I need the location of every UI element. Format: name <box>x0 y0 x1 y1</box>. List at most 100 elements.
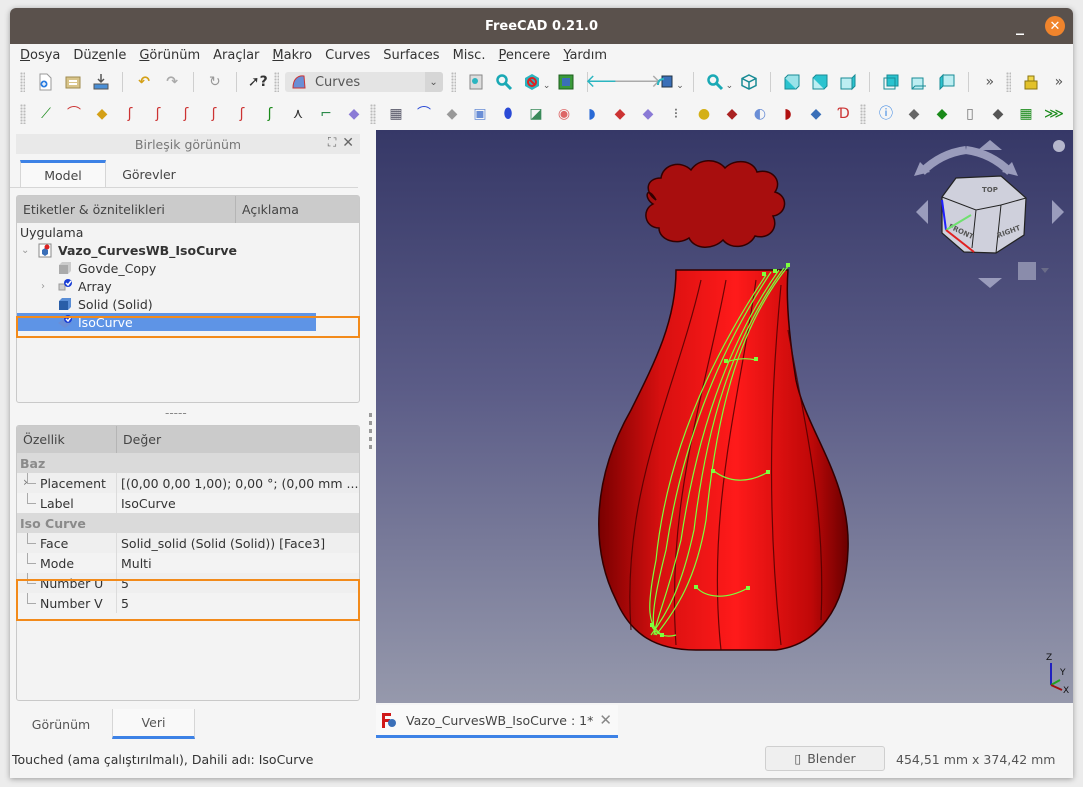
property-row-label[interactable]: Label IsoCurve <box>17 493 359 513</box>
mark-icon[interactable]: ⁝ <box>666 104 686 124</box>
segment-icon[interactable]: ʃ <box>232 104 252 124</box>
discretize-icon[interactable]: ʃ <box>204 104 224 124</box>
reflect-icon[interactable]: ◆ <box>806 104 826 124</box>
close-tab-icon[interactable]: ✕ <box>599 711 612 729</box>
property-row-face[interactable]: Face Solid_solid (Solid (Solid)) [Face3] <box>17 533 359 553</box>
menu-görünüm[interactable]: Görünüm <box>139 48 206 63</box>
property-row-number-v[interactable]: Number V5 <box>17 593 359 613</box>
open-folder-icon[interactable] <box>63 72 83 92</box>
toolbar-grip[interactable] <box>20 72 26 92</box>
tree-document[interactable]: ⌄ Vazo_CurvesWB_IsoCurve <box>17 241 359 259</box>
split-icon[interactable]: ⋏ <box>288 104 308 124</box>
float-panel-icon[interactable]: ⛶ <box>328 135 336 151</box>
menu-düzenle[interactable]: Düzenle <box>73 48 132 63</box>
net-icon[interactable]: ◆ <box>610 104 630 124</box>
extrude-icon[interactable]: ▣ <box>470 104 490 124</box>
close-panel-icon[interactable]: ✕ <box>342 135 354 151</box>
parametric-curve-icon[interactable]: ʃ <box>176 104 196 124</box>
sync-view-icon[interactable] <box>655 72 675 92</box>
property-row-placement[interactable]: › Placement [(0,00 0,00 1,00); 0,00 °; (0,… <box>17 473 359 493</box>
grid-icon[interactable]: ▦ <box>1016 104 1036 124</box>
tree-root[interactable]: Uygulama <box>17 223 359 241</box>
tree-item-solid-solid[interactable]: Solid (Solid) <box>17 295 359 313</box>
col-value[interactable]: Değer <box>117 426 161 453</box>
isocurve-tool-icon[interactable]: ◐ <box>750 104 770 124</box>
collapse-icon[interactable]: ⌄ <box>21 245 37 256</box>
arc-icon[interactable]: ⌒ <box>64 104 84 124</box>
front-view-icon[interactable] <box>782 72 802 92</box>
tab-model[interactable]: Model <box>20 160 106 188</box>
redo-icon[interactable]: ↷ <box>162 72 182 92</box>
pipe-icon[interactable]: ◉ <box>554 104 574 124</box>
workbench-selector[interactable]: Curves ⌄ <box>284 72 443 92</box>
toolbar-grip[interactable] <box>860 104 866 124</box>
blend-icon[interactable]: ◆ <box>92 104 112 124</box>
property-value[interactable]: IsoCurve <box>117 493 176 513</box>
property-row-number-u[interactable]: Number U5 <box>17 573 359 593</box>
more-tools-icon-2[interactable]: » <box>1049 72 1069 92</box>
refresh-icon[interactable]: ↻ <box>205 72 225 92</box>
property-value[interactable]: 5 <box>117 573 129 593</box>
menu-misc[interactable]: Misc. <box>453 48 492 63</box>
draw-style-icon[interactable] <box>522 72 542 92</box>
property-value[interactable]: 5 <box>117 593 129 613</box>
menu-dosya[interactable]: Dosya <box>20 48 66 63</box>
navigation-style-button[interactable]: ▯ Blender <box>765 746 885 771</box>
tree-item-isocurve[interactable]: IsoCurve <box>17 313 316 331</box>
tree-col-labels[interactable]: Etiketler & öznitelikleri <box>17 196 236 223</box>
menu-surfaces[interactable]: Surfaces <box>383 48 445 63</box>
menu-yardım[interactable]: Yardım <box>563 48 613 63</box>
revolve-icon[interactable]: Ɗ <box>834 104 854 124</box>
sweep-icon[interactable]: ◆ <box>442 104 462 124</box>
rear-view-icon[interactable] <box>881 72 901 92</box>
sphere-icon[interactable]: ● <box>694 104 714 124</box>
join-icon[interactable]: ʃ <box>260 104 280 124</box>
box-icon[interactable]: ◆ <box>904 104 924 124</box>
expand-icon[interactable]: › <box>23 474 28 489</box>
corner-icon[interactable]: ⌐ <box>316 104 336 124</box>
undo-icon[interactable]: ↶ <box>134 72 154 92</box>
tab-view[interactable]: Görünüm <box>10 709 112 739</box>
zebra-icon[interactable]: ▦ <box>386 104 406 124</box>
property-value[interactable]: Solid_solid (Solid (Solid)) [Face3] <box>117 533 325 553</box>
extend-icon[interactable]: ◗ <box>778 104 798 124</box>
left-view-icon[interactable] <box>937 72 957 92</box>
isometric-view-icon[interactable] <box>739 72 759 92</box>
menu-curves[interactable]: Curves <box>325 48 376 63</box>
tab-tasks[interactable]: Görevler <box>106 160 192 188</box>
close-window-button[interactable]: ✕ <box>1045 16 1065 36</box>
shape-icon[interactable]: ◆ <box>722 104 742 124</box>
green-box-icon[interactable]: ◆ <box>932 104 952 124</box>
vase-model[interactable]: TOP FRONT RIGHT Z Y X <box>376 130 1073 703</box>
navigation-cube[interactable]: TOP FRONT RIGHT <box>914 140 1065 288</box>
menu-makro[interactable]: Makro <box>272 48 318 63</box>
gordon-icon[interactable]: ⌒ <box>414 104 434 124</box>
property-group-iso-curve[interactable]: Iso Curve <box>17 513 359 533</box>
tree-item-govde-copy[interactable]: Govde_Copy <box>17 259 359 277</box>
3d-viewport[interactable]: TOP FRONT RIGHT Z Y X <box>376 130 1073 703</box>
fit-selection-icon[interactable] <box>494 72 514 92</box>
col-property[interactable]: Özellik <box>17 426 117 453</box>
dock-resize-handle[interactable] <box>369 413 372 453</box>
right-view-icon[interactable] <box>838 72 858 92</box>
top-view-icon[interactable] <box>810 72 830 92</box>
fit-all-icon[interactable] <box>466 72 486 92</box>
rotate-icon[interactable]: ◪ <box>526 104 546 124</box>
property-value[interactable]: [(0,00 0,00 1,00); 0,00 °; (0,00 mm ... <box>117 473 358 493</box>
menu-pencere[interactable]: Pencere <box>498 48 556 63</box>
interpolate-icon[interactable]: ʃ <box>120 104 140 124</box>
panel-splitter[interactable]: ----- <box>165 406 187 420</box>
bounding-box-icon[interactable] <box>556 72 576 92</box>
toolbar-grip[interactable] <box>370 104 376 124</box>
property-group-baz[interactable]: Baz <box>17 453 359 473</box>
minimize-button[interactable]: _ <box>1013 18 1027 34</box>
part-workbench-icon[interactable] <box>1021 72 1041 92</box>
more-tools-icon[interactable]: » <box>980 72 1000 92</box>
expand-icon[interactable]: › <box>41 281 57 292</box>
tree-item-array[interactable]: › Array <box>17 277 359 295</box>
pipe-shell-icon[interactable]: ◗ <box>582 104 602 124</box>
zoom-icon[interactable] <box>705 72 725 92</box>
new-document-icon[interactable] <box>35 72 55 92</box>
chevron-down-icon[interactable]: ⌄ <box>424 72 443 92</box>
whats-this-icon[interactable]: ➚? <box>248 72 268 92</box>
